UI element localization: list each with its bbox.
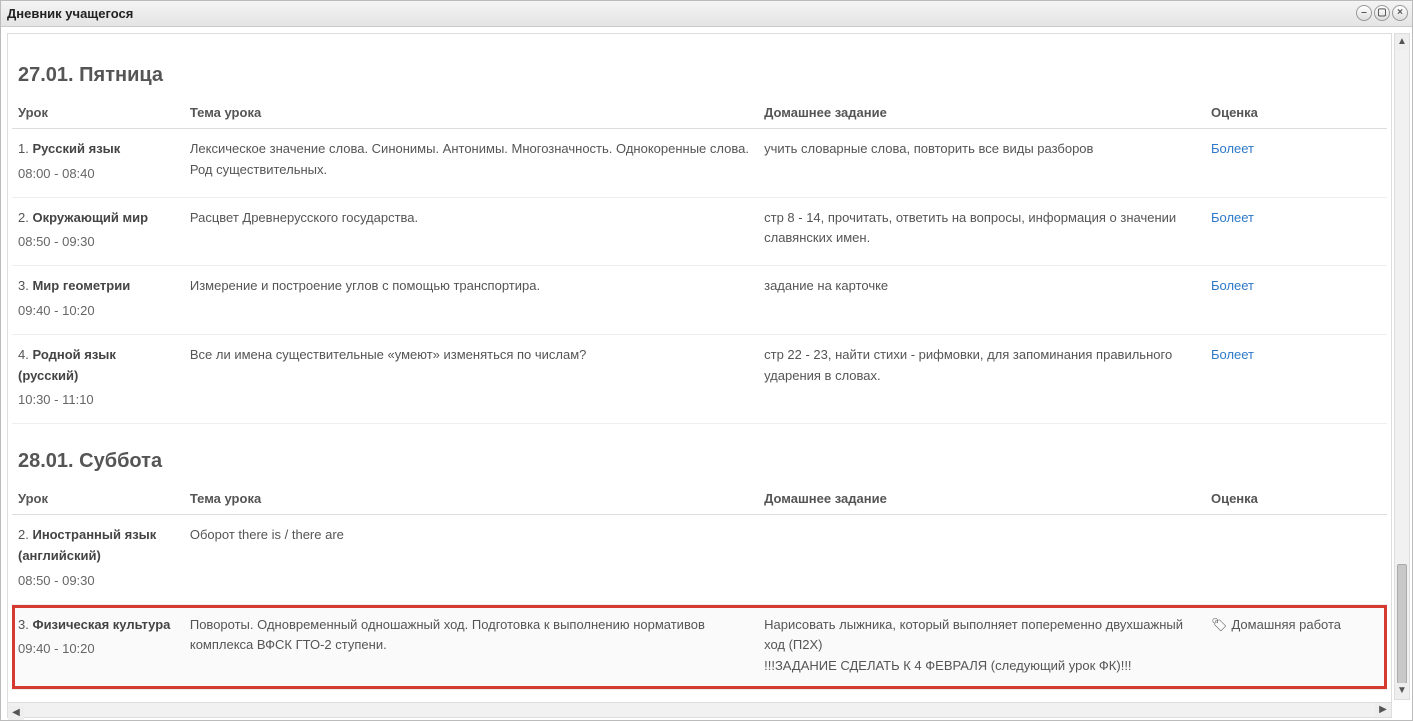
- grade-link[interactable]: Болеет: [1211, 141, 1254, 156]
- scroll-area[interactable]: 27.01. ПятницаУрокТема урокаДомашнее зад…: [7, 33, 1392, 714]
- topic-cell: Все ли имена существительные «умеют» изм…: [184, 334, 758, 423]
- grade-cell: [1205, 515, 1387, 604]
- lesson-number: 4.: [18, 347, 32, 362]
- scroll-left-icon[interactable]: ◀: [8, 706, 24, 720]
- lesson-cell: 1. Русский язык 08:00 - 08:40: [12, 129, 184, 198]
- maximize-button[interactable]: ▢: [1374, 5, 1390, 21]
- lesson-number: 2.: [18, 527, 32, 542]
- grade-cell: Болеет: [1205, 266, 1387, 335]
- col-header-grade: Оценка: [1205, 97, 1387, 129]
- grade-cell: 🏷Домашняя работа: [1205, 604, 1387, 689]
- lesson-cell: 2. Окружающий мир 08:50 - 09:30: [12, 197, 184, 266]
- minimize-button[interactable]: –: [1356, 5, 1372, 21]
- topic-cell: Расцвет Древнерусского государства.: [184, 197, 758, 266]
- lesson-name: Окружающий мир: [32, 210, 148, 225]
- lesson-time: 08:50 - 09:30: [18, 232, 178, 253]
- topic-cell: Измерение и построение углов с помощью т…: [184, 266, 758, 335]
- col-header-lesson: Урок: [12, 97, 184, 129]
- lesson-time: 10:30 - 11:10: [18, 390, 178, 411]
- lesson-cell: 4. Родной язык (русский) 10:30 - 11:10: [12, 334, 184, 423]
- close-button[interactable]: ×: [1392, 5, 1408, 21]
- table-row: 3. Мир геометрии 09:40 - 10:20 Измерение и…: [12, 266, 1387, 335]
- lesson-name: Мир геометрии: [32, 278, 130, 293]
- lesson-number: 2.: [18, 210, 32, 225]
- homework-cell: учить словарные слова, повторить все вид…: [758, 129, 1205, 198]
- col-header-topic: Тема урока: [184, 97, 758, 129]
- table-header-row: УрокТема урокаДомашнее заданиеОценка: [12, 97, 1387, 129]
- homework-cell: стр 22 - 23, найти стихи - рифмовки, для…: [758, 334, 1205, 423]
- tag-icon: 🏷: [1211, 615, 1228, 636]
- table-row: 2. Иностранный язык (английский) 08:50 - …: [12, 515, 1387, 604]
- scroll-down-icon[interactable]: ▼: [1395, 683, 1409, 699]
- diary-table: УрокТема урокаДомашнее заданиеОценка1. Р…: [12, 97, 1387, 424]
- table-row: 4. Родной язык (русский) 10:30 - 11:10 Все…: [12, 334, 1387, 423]
- topic-cell: Повороты. Одновременный одношажный ход. …: [184, 604, 758, 689]
- lesson-number: 3.: [18, 278, 32, 293]
- col-header-topic: Тема урока: [184, 483, 758, 515]
- scroll-right-icon[interactable]: ▶: [1375, 703, 1391, 717]
- window-body: 27.01. ПятницаУрокТема урокаДомашнее зад…: [1, 27, 1412, 720]
- lesson-number: 1.: [18, 141, 32, 156]
- grade-cell: Болеет: [1205, 197, 1387, 266]
- homework-cell: Нарисовать лыжника, который выполняет по…: [758, 604, 1205, 689]
- table-header-row: УрокТема урокаДомашнее заданиеОценка: [12, 483, 1387, 515]
- diary-window: Дневник учащегося – ▢ × 27.01. ПятницаУр…: [0, 0, 1413, 721]
- homework-cell: [758, 515, 1205, 604]
- vertical-scrollbar[interactable]: ▲ ▼: [1394, 33, 1410, 700]
- col-header-lesson: Урок: [12, 483, 184, 515]
- diary-table: УрокТема урокаДомашнее заданиеОценка2. И…: [12, 483, 1387, 714]
- grade-cell: Болеет: [1205, 129, 1387, 198]
- grade-link[interactable]: Болеет: [1211, 210, 1254, 225]
- scroll-up-icon[interactable]: ▲: [1395, 34, 1409, 50]
- window-title: Дневник учащегося: [7, 6, 133, 21]
- lesson-name: Физическая культура: [32, 617, 170, 632]
- table-row: 3. Физическая культура 09:40 - 10:20 Повор…: [12, 604, 1387, 689]
- lesson-number: 3.: [18, 617, 32, 632]
- lesson-cell: 3. Мир геометрии 09:40 - 10:20: [12, 266, 184, 335]
- lesson-time: 09:40 - 10:20: [18, 639, 178, 660]
- col-header-homework: Домашнее задание: [758, 97, 1205, 129]
- col-header-grade: Оценка: [1205, 483, 1387, 515]
- diary-content: 27.01. ПятницаУрокТема урокаДомашнее зад…: [8, 34, 1391, 714]
- day-header: 28.01. Суббота: [12, 424, 1387, 483]
- lesson-time: 09:40 - 10:20: [18, 301, 178, 322]
- col-header-homework: Домашнее задание: [758, 483, 1205, 515]
- lesson-name: Русский язык: [32, 141, 120, 156]
- homework-cell: стр 8 - 14, прочитать, ответить на вопро…: [758, 197, 1205, 266]
- horizontal-scrollbar[interactable]: ◀ ▶: [7, 702, 1392, 718]
- lesson-name: Родной язык (русский): [18, 347, 116, 383]
- grade-link[interactable]: Болеет: [1211, 278, 1254, 293]
- window-titlebar: Дневник учащегося – ▢ ×: [1, 1, 1412, 27]
- topic-cell: Оборот there is / there are: [184, 515, 758, 604]
- table-row: 2. Окружающий мир 08:50 - 09:30 Расцвет Др…: [12, 197, 1387, 266]
- vertical-scroll-thumb[interactable]: [1397, 564, 1407, 684]
- grade-cell: Болеет: [1205, 334, 1387, 423]
- day-header: 27.01. Пятница: [12, 38, 1387, 97]
- table-row: 1. Русский язык 08:00 - 08:40 Лексическое …: [12, 129, 1387, 198]
- lesson-cell: 2. Иностранный язык (английский) 08:50 - …: [12, 515, 184, 604]
- lesson-cell: 3. Физическая культура 09:40 - 10:20: [12, 604, 184, 689]
- lesson-time: 08:00 - 08:40: [18, 164, 178, 185]
- topic-cell: Лексическое значение слова. Синонимы. Ан…: [184, 129, 758, 198]
- grade-link[interactable]: Болеет: [1211, 347, 1254, 362]
- grade-tag: 🏷Домашняя работа: [1211, 617, 1341, 632]
- window-controls: – ▢ ×: [1356, 5, 1408, 21]
- lesson-name: Иностранный язык (английский): [18, 527, 156, 563]
- lesson-time: 08:50 - 09:30: [18, 571, 178, 592]
- homework-cell: задание на карточке: [758, 266, 1205, 335]
